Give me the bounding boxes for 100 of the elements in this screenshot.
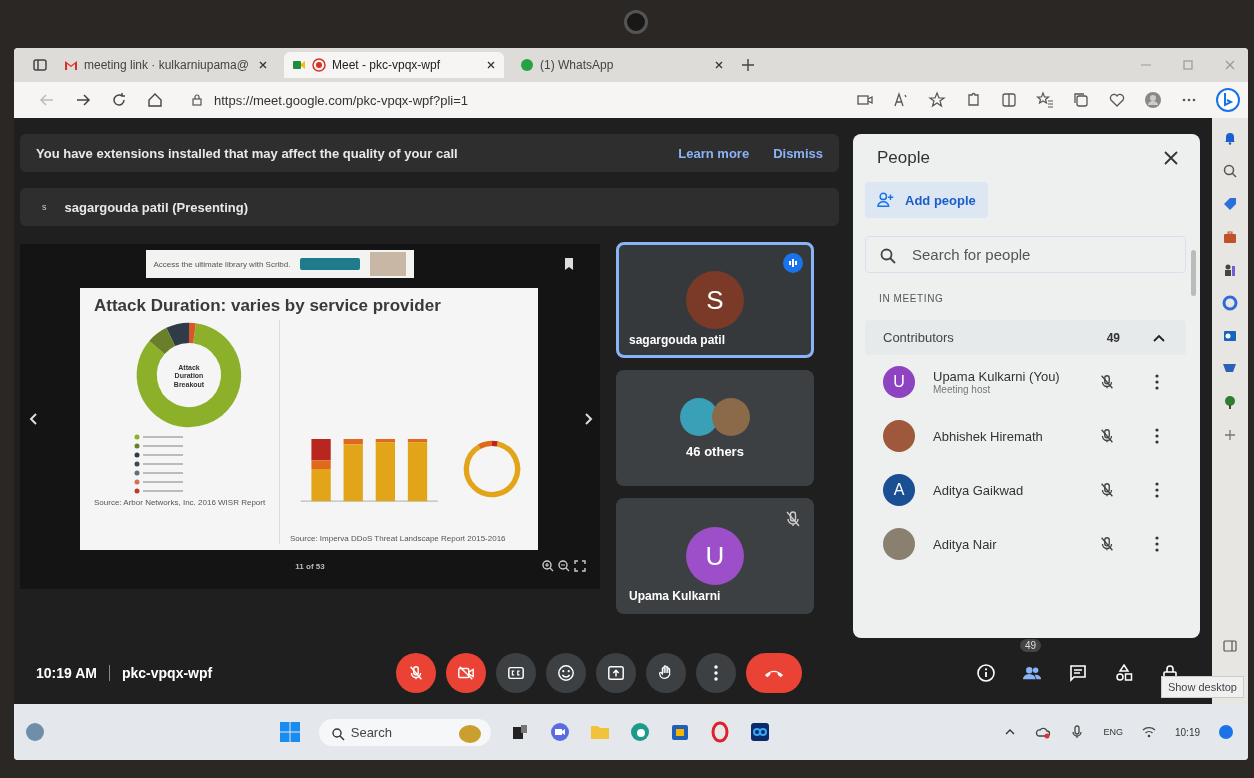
lock-icon [190,93,204,107]
participant-name: sagargouda patil [629,333,726,347]
avatar: A [883,474,915,506]
group-count: 49 [1106,330,1120,345]
audio-level-icon [783,253,803,273]
close-icon[interactable] [1162,149,1180,167]
notification-icon[interactable] [1218,724,1234,740]
banner-link[interactable]: Learn more [678,145,750,161]
photo-placeholder [712,397,750,436]
reload-icon[interactable] [110,91,128,109]
smiley-icon [557,664,575,682]
participant-tile[interactable]: U Upama Kulkarni [616,498,814,614]
more-icon[interactable] [1154,481,1160,499]
present-button[interactable] [596,653,636,693]
participant-tile[interactable]: S sagargouda patil [616,242,814,358]
chat-icon[interactable] [1068,663,1088,683]
tag-icon[interactable] [1222,196,1238,212]
captions-button[interactable] [496,653,536,693]
favorites-icon[interactable] [1036,91,1054,109]
banner-link[interactable]: Dismiss [773,145,823,161]
section-heading: IN MEETING [879,293,945,304]
close-icon[interactable] [486,60,496,70]
briefcase-icon[interactable] [1222,229,1238,245]
leave-call-button[interactable] [746,653,802,693]
fullscreen-icon[interactable] [574,560,586,572]
close-icon[interactable] [714,60,724,70]
browser-tab[interactable]: (1) WhatsApp [512,52,732,78]
microphone-muted-icon[interactable] [1098,373,1116,391]
group-label: Contributors [883,330,955,345]
add-people-button[interactable]: Add people [865,182,988,218]
microphone-button[interactable] [396,653,436,693]
search-icon [330,726,345,741]
windows-logo-icon[interactable] [278,721,301,743]
clock[interactable]: 10:19 [1175,726,1200,738]
browser-tab[interactable]: meeting link · kulkarniupama@ [56,52,276,78]
video-chat-icon[interactable] [548,721,571,743]
participant-name: Abhishek Hiremath [933,428,1044,444]
split-screen-icon[interactable] [1000,91,1018,109]
more-icon[interactable] [1154,373,1160,391]
input-language[interactable]: ENG [1103,727,1123,737]
browser-tab[interactable]: Meet - pkc-vpqx-wpf [284,52,504,78]
avatar: U [883,366,915,398]
mail-icon [64,58,78,72]
contributors-header[interactable]: Contributors 49 [865,320,1186,355]
search-icon [879,247,897,265]
raise-hand-button[interactable] [646,653,686,693]
captions-icon [507,664,525,682]
scrollbar[interactable] [1191,250,1196,296]
participant-tile[interactable]: 46 others [616,370,814,486]
search-field[interactable]: Search for people [865,236,1186,273]
sidebar-icon[interactable] [1222,638,1238,654]
more-icon [713,664,719,682]
info-icon[interactable] [976,663,996,683]
home-icon[interactable] [146,91,164,109]
weather-icon[interactable] [24,721,46,743]
video-camera-icon [292,58,306,72]
participant-name: Upama Kulkarni (You) [933,369,1061,384]
microphone-muted-icon[interactable] [1098,481,1116,499]
heart-icon[interactable] [1108,91,1126,109]
browser-icon[interactable] [628,721,651,743]
mail-icon[interactable] [1222,328,1238,344]
tooltip: Show desktop [1160,676,1244,698]
more-icon[interactable] [1154,535,1160,553]
tab-actions-icon[interactable] [32,57,48,73]
zoom-in-icon[interactable] [542,560,554,572]
source-note: Source: Arbor Networks, Inc. 2016 WISR Report [94,498,266,509]
taskbar-search-field[interactable]: Search [318,718,491,746]
reactions-button[interactable] [546,653,586,693]
address-field[interactable]: https://meet.google.com/pkc-vpqx-wpf?pli=1 [182,88,476,112]
profile-icon[interactable] [1144,91,1162,109]
star-icon[interactable] [928,91,946,109]
meeting-code: pkc-vpqx-wpf [121,665,213,681]
microphone-muted-icon[interactable] [1098,427,1116,445]
next-icon[interactable] [584,412,594,426]
meeting-app-icon[interactable] [748,721,771,743]
camera-button[interactable] [446,653,486,693]
more-options-button[interactable] [696,653,736,693]
close-icon[interactable] [258,60,268,70]
others-count: 46 others [686,443,744,459]
banner-message: You have extensions installed that may affect the quality of your call [36,145,458,161]
participant-name: Upama Kulkarni [629,589,721,603]
microphone-muted-icon [407,664,425,682]
copilot-icon[interactable] [1216,88,1240,112]
new-tab-icon[interactable] [740,57,756,73]
tree-icon[interactable] [1222,394,1238,410]
wifi-icon[interactable] [1141,724,1157,740]
photo-placeholder [370,252,407,276]
participant-role: Meeting host [933,384,992,395]
collections-icon[interactable] [1072,91,1090,109]
microphone-muted-icon[interactable] [1098,535,1116,553]
page-counter: 11 of 53 [295,562,325,571]
present-screen-icon [607,664,625,682]
slide-title: Attack Duration: varies by service provider [94,296,442,316]
search-icon[interactable] [1222,163,1238,179]
previous-icon[interactable] [28,412,38,426]
bookmark-icon[interactable] [564,257,575,271]
circle-icon[interactable] [1222,295,1238,311]
shapes-icon[interactable] [1114,663,1134,683]
more-icon[interactable] [1154,427,1160,445]
zoom-out-icon[interactable] [558,560,570,572]
